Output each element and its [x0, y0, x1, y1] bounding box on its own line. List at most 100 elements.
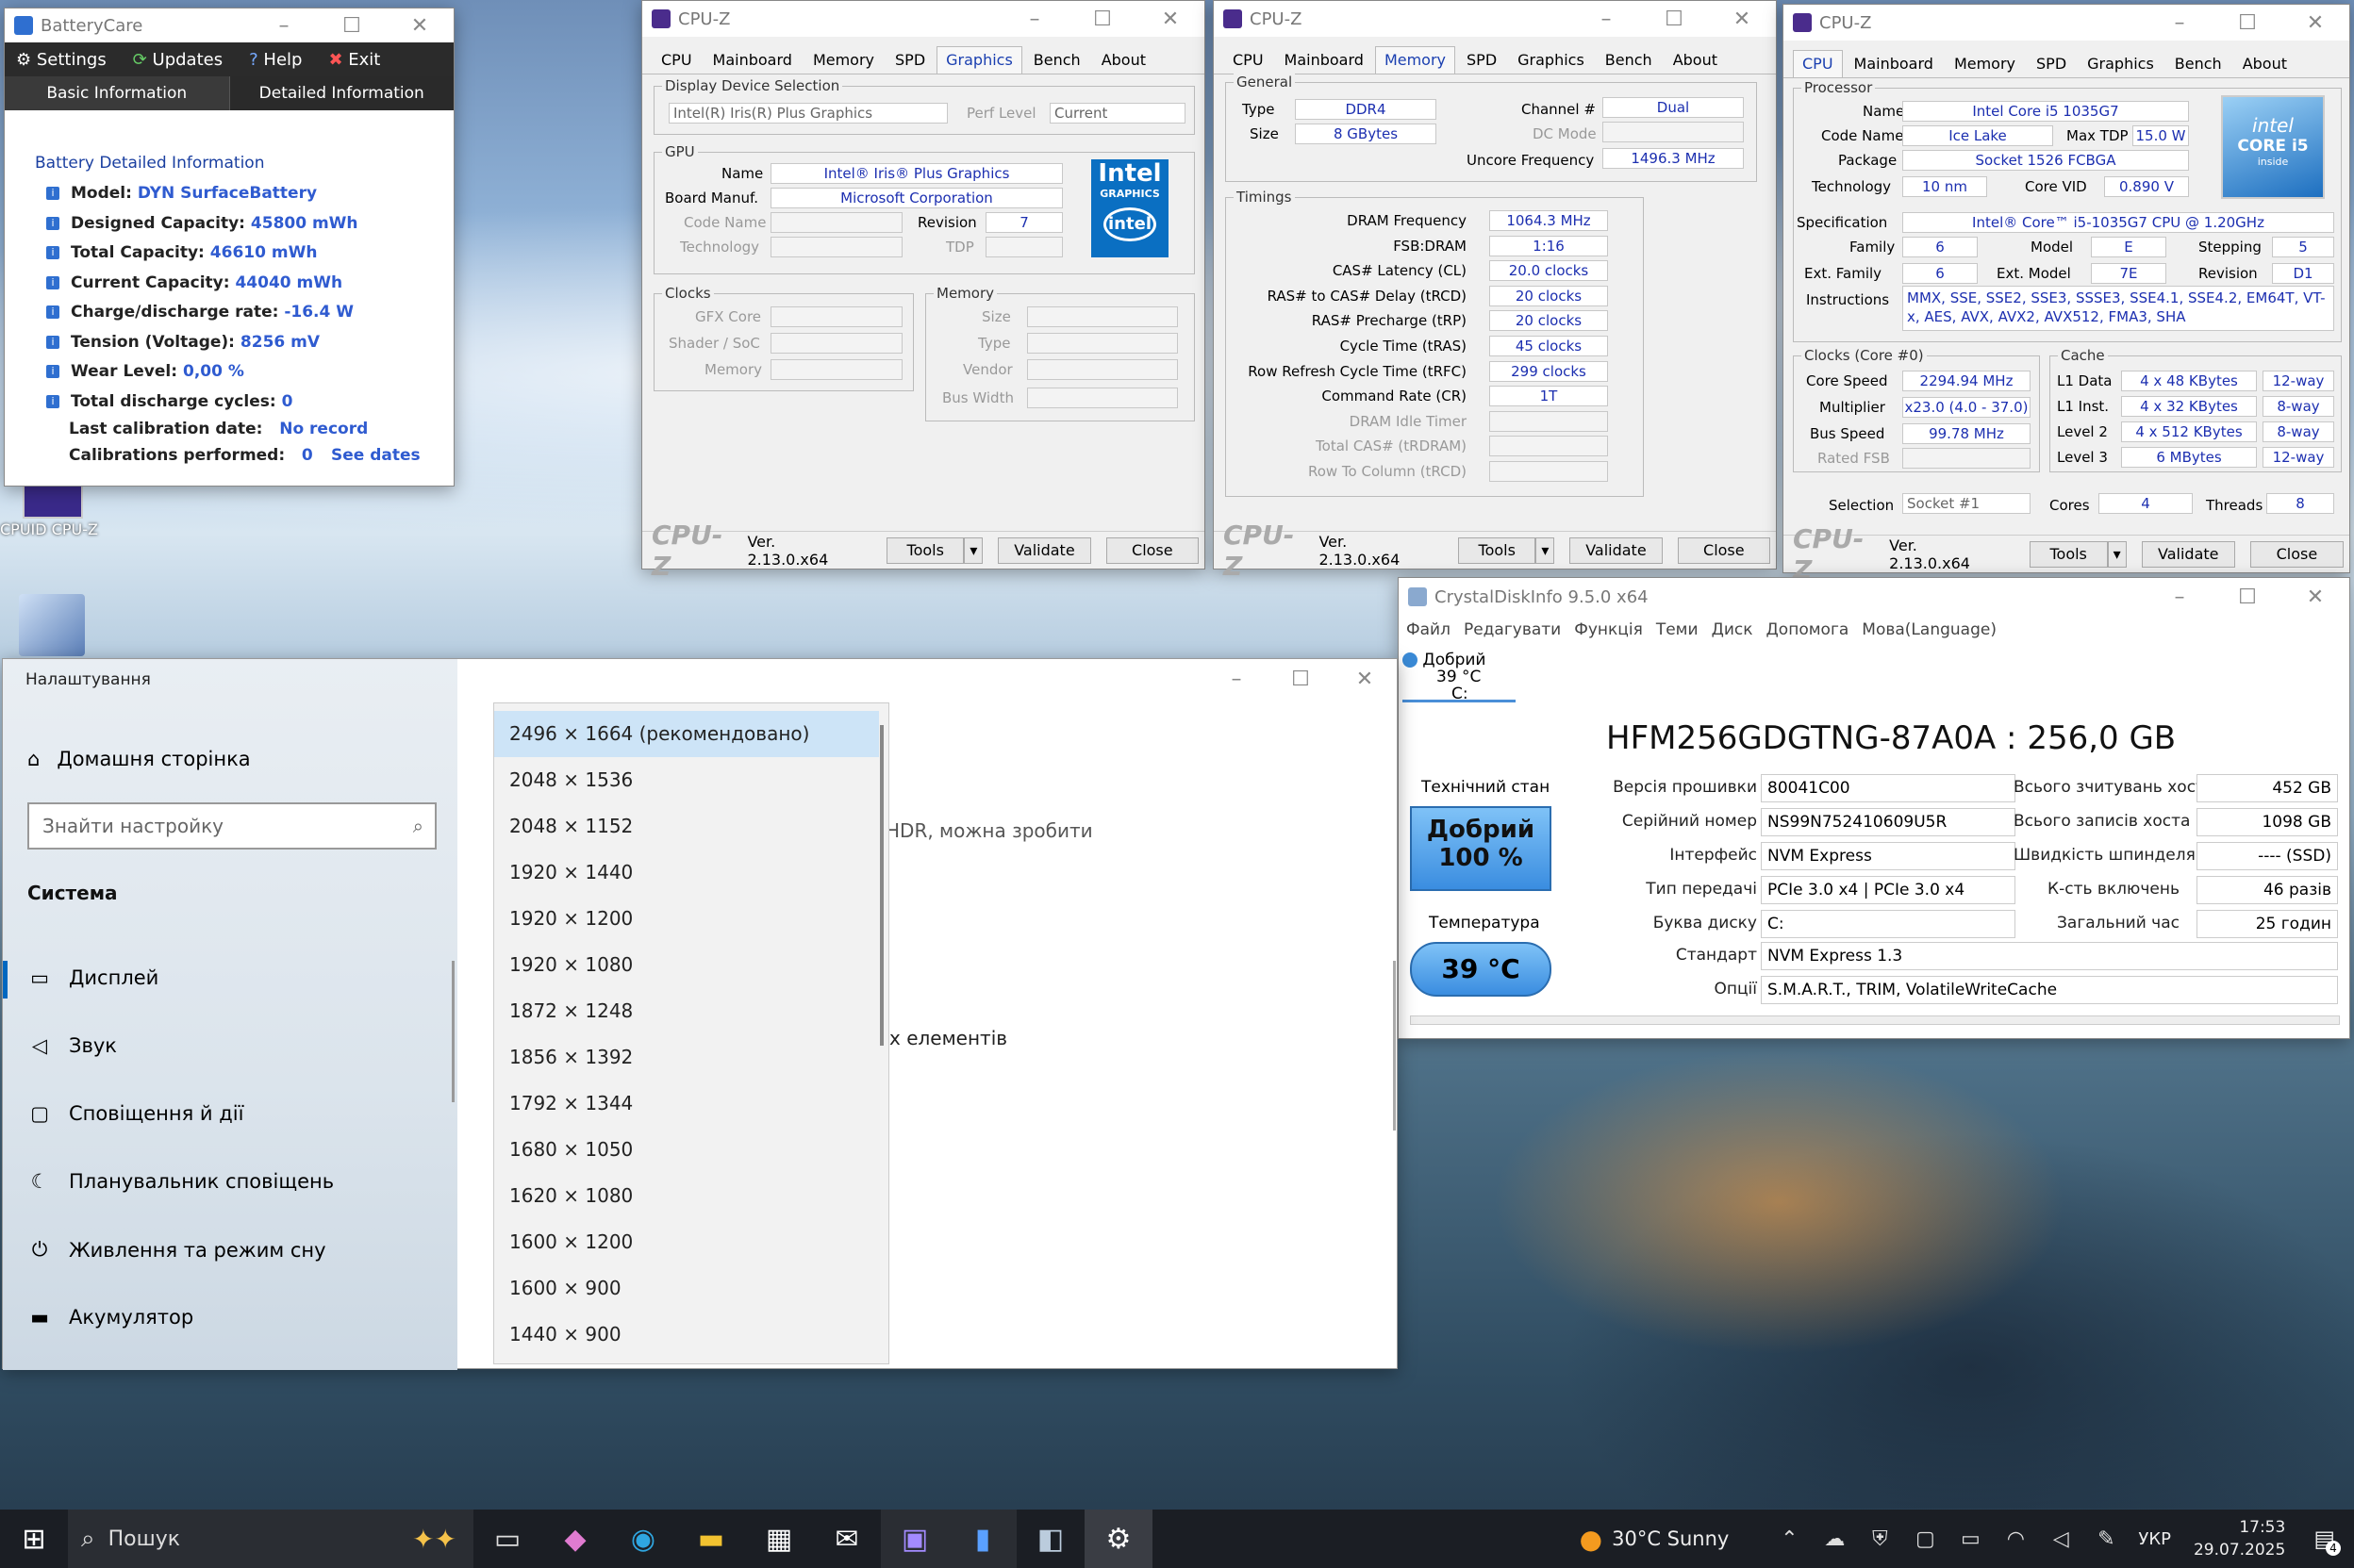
tab-bench[interactable]: Bench [1024, 46, 1090, 74]
resolution-option[interactable]: 1600 × 1200 [494, 1219, 888, 1265]
tab-mainboard[interactable]: Mainboard [1845, 50, 1943, 77]
sidebar-item-power[interactable]: ⏻ Живлення та режим сну [27, 1238, 326, 1262]
tab-basic-information[interactable]: Basic Information [5, 76, 230, 110]
close-button[interactable]: Close [1677, 536, 1770, 564]
tab-memory[interactable]: Memory [1374, 46, 1456, 74]
cpuz-taskbar-icon[interactable]: ▣ [881, 1510, 949, 1568]
tools-button[interactable]: Tools [2029, 540, 2108, 568]
edge-icon[interactable]: ◉ [609, 1510, 677, 1568]
maximize-button[interactable]: ☐ [2213, 578, 2281, 616]
settings-menu[interactable]: ⚙ Settings [16, 50, 107, 70]
sidebar-item-moon[interactable]: ☾ Планувальник сповіщень [27, 1170, 335, 1193]
resolution-option[interactable]: 1620 × 1080 [494, 1173, 888, 1219]
disk-tab[interactable]: Добрий 39 °C C: [1402, 652, 1516, 702]
menu-item[interactable]: Функція [1574, 620, 1643, 639]
resolution-option[interactable]: 1920 × 1080 [494, 942, 888, 988]
shield-icon[interactable]: ⛨ [1857, 1510, 1902, 1568]
chevron-up-icon[interactable]: ⌃ [1766, 1510, 1812, 1568]
resolution-option[interactable]: 1920 × 1440 [494, 850, 888, 896]
batterycare-taskbar-icon[interactable]: ▮ [949, 1510, 1017, 1568]
close-button[interactable]: ✕ [1136, 1, 1204, 37]
volume-icon[interactable]: ◁ [2038, 1510, 2083, 1568]
cpuz-titlebar[interactable]: CPU-Z – ☐ ✕ [642, 1, 1204, 37]
pen-icon[interactable]: ✎ [2083, 1510, 2129, 1568]
minimize-button[interactable]: – [1572, 1, 1640, 37]
resolution-option[interactable]: 1920 × 1200 [494, 896, 888, 942]
battery-icon[interactable]: ▭ [1948, 1510, 1993, 1568]
copilot-icon[interactable]: ◆ [541, 1510, 609, 1568]
tab-mainboard[interactable]: Mainboard [1275, 46, 1373, 74]
desktop-icon-crystal[interactable] [19, 594, 85, 656]
tab-memory[interactable]: Memory [804, 46, 884, 74]
socket-select[interactable]: Socket #1 [1902, 493, 2031, 514]
tab-bench[interactable]: Bench [1596, 46, 1662, 74]
help-menu[interactable]: ? Help [249, 50, 302, 70]
tab-spd[interactable]: SPD [1457, 46, 1506, 74]
close-button[interactable]: ✕ [386, 8, 454, 42]
menu-item[interactable]: Диск [1712, 620, 1753, 639]
resolution-option[interactable]: 1792 × 1344 [494, 1081, 888, 1127]
tools-button[interactable]: Tools [1458, 536, 1536, 564]
language-indicator[interactable]: УКР [2138, 1529, 2171, 1549]
tab-memory[interactable]: Memory [1945, 50, 2025, 77]
resolution-option[interactable]: 2048 × 1152 [494, 803, 888, 850]
resolution-option[interactable]: 2048 × 1536 [494, 757, 888, 803]
desktop-icon-cpuz[interactable]: CPUID CPU-Z [0, 481, 104, 547]
maximize-button[interactable]: ☐ [1640, 1, 1708, 37]
close-button[interactable]: ✕ [1333, 659, 1397, 699]
minimize-button[interactable]: – [2146, 578, 2213, 616]
resolution-option[interactable]: 1680 × 1050 [494, 1127, 888, 1173]
cpuz-titlebar[interactable]: CPU-Z – ☐ ✕ [1214, 1, 1776, 37]
tab-cpu[interactable]: CPU [652, 46, 702, 74]
close-button[interactable]: ✕ [2281, 5, 2349, 41]
resolution-option[interactable]: 2496 × 1664 (рекомендовано) [494, 711, 879, 757]
device-icon[interactable]: ▢ [1902, 1510, 1948, 1568]
sidebar-item-notification[interactable]: ▢ Сповіщення й дії [27, 1102, 243, 1125]
cloud-icon[interactable]: ☁ [1812, 1510, 1857, 1568]
tools-dropdown-button[interactable]: ▾ [1535, 536, 1555, 564]
minimize-button[interactable]: – [2146, 5, 2213, 41]
tab-detailed-information[interactable]: Detailed Information [229, 76, 454, 110]
tab-about[interactable]: About [1664, 46, 1727, 74]
perf-level-select[interactable]: Current [1050, 103, 1185, 124]
sidebar-item-display[interactable]: ▭ Дисплей [27, 966, 158, 989]
resolution-dropdown[interactable]: 2496 × 1664 (рекомендовано) 2048 × 1536 20… [493, 702, 889, 1364]
tools-button[interactable]: Tools [887, 536, 965, 564]
menu-item[interactable]: Файл [1406, 620, 1451, 639]
exit-menu[interactable]: ✖ Exit [328, 50, 380, 70]
display-device-select[interactable]: Intel(R) Iris(R) Plus Graphics [669, 103, 948, 124]
tools-dropdown-button[interactable]: ▾ [964, 536, 984, 564]
close-button[interactable]: Close [2249, 540, 2345, 568]
sidebar-item-battery[interactable]: ▬ Акумулятор [27, 1306, 193, 1329]
menu-item[interactable]: Редагувати [1464, 620, 1561, 639]
dropdown-scrollbar[interactable] [880, 725, 884, 1046]
batterycare-titlebar[interactable]: BatteryCare – ☐ ✕ [5, 8, 454, 42]
task-view-icon[interactable]: ▭ [473, 1510, 541, 1568]
horizontal-scrollbar[interactable] [1410, 1015, 2340, 1025]
clock[interactable]: 17:53 29.07.2025 [2194, 1516, 2285, 1561]
tab-spd[interactable]: SPD [2027, 50, 2076, 77]
sidebar-item-speaker[interactable]: ◁ Звук [27, 1034, 117, 1057]
sidebar-scrollbar[interactable] [452, 961, 455, 1102]
notification-icon[interactable]: ▤ 4 [2313, 1526, 2341, 1556]
minimize-button[interactable]: – [1204, 659, 1268, 699]
tab-about[interactable]: About [2233, 50, 2296, 77]
tab-spd[interactable]: SPD [886, 46, 935, 74]
crystal-titlebar[interactable]: CrystalDiskInfo 9.5.0 x64 – ☐ ✕ [1399, 578, 2349, 616]
resolution-option[interactable]: 1872 × 1248 [494, 988, 888, 1034]
close-button[interactable]: ✕ [1708, 1, 1776, 37]
content-scrollbar[interactable] [1393, 961, 1396, 1131]
tools-dropdown-button[interactable]: ▾ [2107, 540, 2127, 568]
start-button[interactable]: ⊞ [0, 1510, 68, 1568]
settings-taskbar-icon[interactable]: ⚙ [1085, 1510, 1152, 1568]
updates-menu[interactable]: ⟳ Updates [133, 50, 223, 70]
resolution-option[interactable]: 1856 × 1392 [494, 1034, 888, 1081]
tab-graphics[interactable]: Graphics [2078, 50, 2163, 77]
menu-item[interactable]: Теми [1656, 620, 1699, 639]
tab-graphics[interactable]: Graphics [1508, 46, 1594, 74]
cpuz-titlebar[interactable]: CPU-Z – ☐ ✕ [1783, 5, 2349, 41]
store-icon[interactable]: ▦ [745, 1510, 813, 1568]
maximize-button[interactable]: ☐ [1069, 1, 1136, 37]
validate-button[interactable]: Validate [2141, 540, 2235, 568]
menu-item[interactable]: Допомога [1766, 620, 1849, 639]
